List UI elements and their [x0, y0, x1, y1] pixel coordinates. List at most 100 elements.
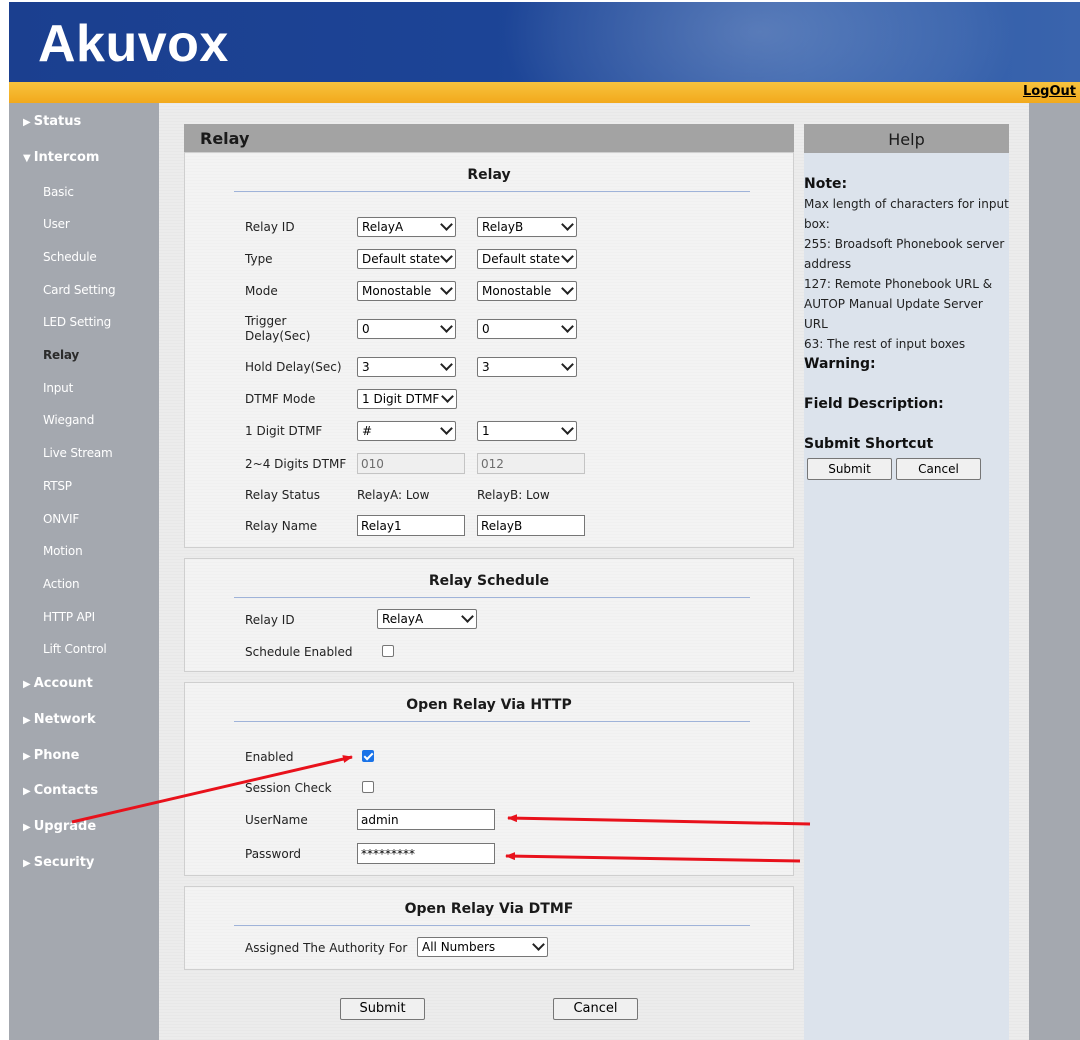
relay-id-b-select[interactable]: RelayB — [477, 217, 577, 237]
sidebar-item-led-setting[interactable]: LED Setting — [43, 315, 111, 329]
sidebar-item-basic[interactable]: Basic — [43, 185, 74, 199]
relay-name-label: Relay Name — [245, 519, 318, 533]
cancel-button[interactable]: Cancel — [553, 998, 638, 1020]
triangle-right-icon: ▶ — [23, 679, 31, 690]
password-input[interactable]: ********* — [357, 843, 495, 864]
schedule-relay-id-select[interactable]: RelayA — [377, 609, 477, 629]
relay-id-label: Relay ID — [245, 220, 295, 234]
type-label: Type — [245, 252, 273, 266]
dtmf-mode-select[interactable]: 1 Digit DTMF — [357, 389, 457, 409]
sidebar-item-motion[interactable]: Motion — [43, 544, 83, 558]
password-label: Password — [245, 847, 302, 861]
session-check-checkbox[interactable] — [362, 781, 374, 793]
trigger-delay-a-select[interactable]: 0 — [357, 319, 456, 339]
divider — [234, 925, 750, 926]
multi-digit-dtmf-b-input: 012 — [477, 453, 585, 474]
hold-delay-label: Hold Delay(Sec) — [245, 360, 342, 374]
sidebar-item-action[interactable]: Action — [43, 577, 80, 591]
sidebar-item-card-setting[interactable]: Card Setting — [43, 283, 116, 297]
triangle-right-icon: ▶ — [23, 117, 31, 128]
nav-phone[interactable]: ▶ Phone — [23, 748, 80, 763]
submit-button[interactable]: Submit — [340, 998, 425, 1020]
username-input[interactable]: admin — [357, 809, 495, 830]
sidebar-item-live-stream[interactable]: Live Stream — [43, 446, 113, 460]
relay-panel: Relay Relay ID RelayA RelayB Type Defaul… — [184, 152, 794, 548]
help-cancel-button[interactable]: Cancel — [896, 458, 981, 480]
triangle-right-icon: ▶ — [23, 786, 31, 797]
divider — [234, 721, 750, 722]
chevron-down-icon — [440, 250, 453, 263]
nav-intercom[interactable]: ▼ Intercom — [23, 150, 99, 165]
submit-shortcut-heading: Submit Shortcut — [804, 436, 934, 452]
triangle-right-icon: ▶ — [23, 715, 31, 726]
logout-link[interactable]: LogOut — [1023, 84, 1076, 99]
sidebar-item-input[interactable]: Input — [43, 381, 73, 395]
relay-schedule-title: Relay Schedule — [428, 573, 550, 589]
type-b-select[interactable]: Default state — [477, 249, 577, 269]
nav-contacts[interactable]: ▶ Contacts — [23, 783, 98, 798]
nav-security[interactable]: ▶ Security — [23, 855, 94, 870]
warning-heading: Warning: — [804, 356, 876, 372]
chevron-down-icon — [561, 358, 574, 371]
triangle-right-icon: ▶ — [23, 822, 31, 833]
sidebar-item-relay[interactable]: Relay — [43, 348, 79, 362]
top-bar — [9, 82, 1080, 104]
chevron-down-icon — [440, 358, 453, 371]
triangle-right-icon: ▶ — [23, 858, 31, 869]
mode-a-select[interactable]: Monostable — [357, 281, 456, 301]
chevron-down-icon — [561, 320, 574, 333]
hold-delay-b-select[interactable]: 3 — [477, 357, 577, 377]
sidebar-item-user[interactable]: User — [43, 217, 70, 231]
page-title: Relay — [200, 129, 250, 148]
http-enabled-label: Enabled — [245, 750, 294, 764]
sidebar-item-onvif[interactable]: ONVIF — [43, 512, 79, 526]
divider — [234, 191, 750, 192]
note-heading: Note: — [804, 176, 848, 192]
help-submit-button[interactable]: Submit — [807, 458, 892, 480]
right-margin — [1029, 103, 1080, 1040]
help-panel: Help Note: Max length of characters for … — [804, 124, 1009, 1040]
chevron-down-icon — [441, 390, 454, 403]
chevron-down-icon — [561, 218, 574, 231]
nav-network[interactable]: ▶ Network — [23, 712, 96, 727]
relay-section-title: Relay — [467, 167, 511, 183]
relay-status-b: RelayB: Low — [477, 488, 550, 502]
session-check-label: Session Check — [245, 781, 332, 795]
schedule-relay-id-label: Relay ID — [245, 613, 295, 627]
username-label: UserName — [245, 813, 308, 827]
chevron-down-icon — [532, 938, 545, 951]
chevron-down-icon — [440, 320, 453, 333]
one-digit-dtmf-b-select[interactable]: 1 — [477, 421, 577, 441]
nav-status[interactable]: ▶ Status — [23, 114, 81, 129]
hold-delay-a-select[interactable]: 3 — [357, 357, 456, 377]
sidebar-item-schedule[interactable]: Schedule — [43, 250, 97, 264]
http-enabled-checkbox[interactable] — [362, 750, 374, 762]
schedule-enabled-label: Schedule Enabled — [245, 645, 353, 659]
nav-upgrade[interactable]: ▶ Upgrade — [23, 819, 96, 834]
sidebar-item-lift-control[interactable]: Lift Control — [43, 642, 107, 656]
relay-name-b-input[interactable]: RelayB — [477, 515, 585, 536]
help-title: Help — [804, 124, 1009, 153]
sidebar-item-rtsp[interactable]: RTSP — [43, 479, 72, 493]
type-a-select[interactable]: Default state — [357, 249, 456, 269]
triangle-right-icon: ▶ — [23, 751, 31, 762]
schedule-enabled-checkbox[interactable] — [382, 645, 394, 657]
one-digit-dtmf-a-select[interactable]: # — [357, 421, 456, 441]
sidebar-item-http-api[interactable]: HTTP API — [43, 610, 95, 624]
authority-select[interactable]: All Numbers — [417, 937, 548, 957]
open-relay-dtmf-title: Open Relay Via DTMF — [404, 901, 574, 917]
relay-id-a-select[interactable]: RelayA — [357, 217, 456, 237]
sidebar-item-wiegand[interactable]: Wiegand — [43, 413, 94, 427]
mode-label: Mode — [245, 284, 278, 298]
nav-account[interactable]: ▶ Account — [23, 676, 93, 691]
mode-b-select[interactable]: Monostable — [477, 281, 577, 301]
relay-name-a-input[interactable]: Relay1 — [357, 515, 465, 536]
chevron-down-icon — [440, 218, 453, 231]
akuvox-logo: Akuvox — [38, 15, 229, 73]
relay-status-label: Relay Status — [245, 488, 321, 502]
authority-label: Assigned The Authority For — [245, 941, 408, 955]
field-description-heading: Field Description: — [804, 396, 944, 412]
chevron-down-icon — [561, 422, 574, 435]
trigger-delay-b-select[interactable]: 0 — [477, 319, 577, 339]
open-relay-http-title: Open Relay Via HTTP — [406, 697, 572, 713]
